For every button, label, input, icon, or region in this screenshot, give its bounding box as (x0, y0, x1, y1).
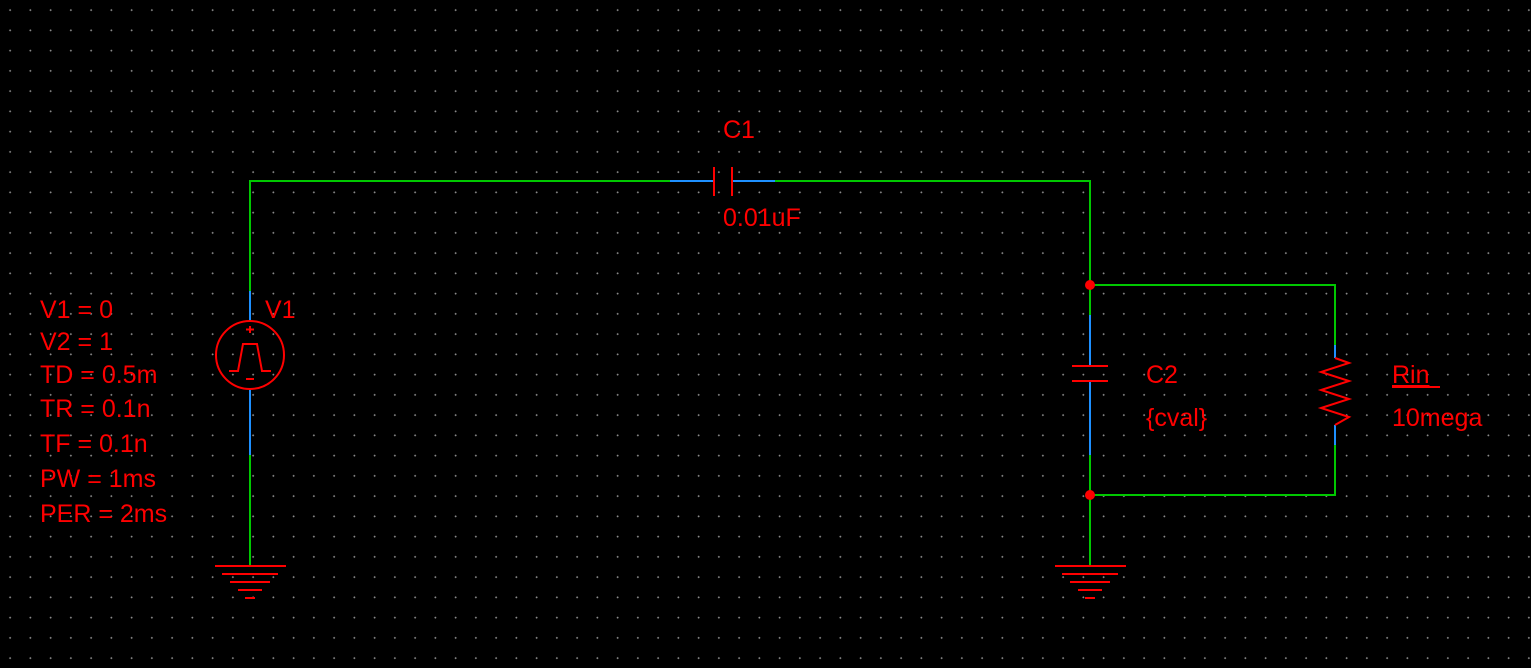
c2-value-label[interactable]: {cval} (1146, 404, 1207, 432)
c2-ref-label: C2 (1146, 361, 1178, 389)
rin-ref-label: Rin (1392, 361, 1430, 389)
circuit-schematic: V1 V1 = 0 V2 = 1 TD = 0.5m TR = 0.1n TF … (40, 116, 1482, 599)
wire-rin-bottom[interactable] (1090, 445, 1336, 496)
ground-icon[interactable] (215, 565, 286, 599)
wire-rin-top[interactable] (1090, 284, 1336, 345)
wire-top-left[interactable] (249, 180, 670, 291)
c1-ref-label: C1 (723, 116, 755, 144)
ground-icon[interactable] (1055, 565, 1126, 599)
capacitor-icon[interactable] (1072, 315, 1108, 455)
v1-param: PER = 2ms (40, 500, 167, 528)
v1-param: TF = 0.1n (40, 430, 148, 458)
v1-param: V1 = 0 (40, 296, 113, 324)
rin-value-label[interactable]: 10mega (1392, 404, 1482, 432)
capacitor-icon[interactable] (670, 167, 775, 196)
wire-top-right[interactable] (775, 180, 1091, 285)
schematic-canvas[interactable]: V1 V1 = 0 V2 = 1 TD = 0.5m TR = 0.1n TF … (0, 0, 1531, 668)
junction-dot-top (1085, 280, 1095, 290)
c1-value-label[interactable]: 0.01uF (723, 204, 801, 232)
v1-parameters: V1 = 0 V2 = 1 TD = 0.5m TR = 0.1n TF = 0… (40, 296, 167, 528)
v1-ref-label: V1 (265, 296, 296, 324)
v1-param: V2 = 1 (40, 328, 113, 356)
v1-param: TD = 0.5m (40, 361, 157, 389)
resistor-icon[interactable] (1317, 345, 1353, 445)
v1-param: PW = 1ms (40, 465, 156, 493)
v1-param: TR = 0.1n (40, 395, 150, 423)
junction-dot-bottom (1085, 490, 1095, 500)
